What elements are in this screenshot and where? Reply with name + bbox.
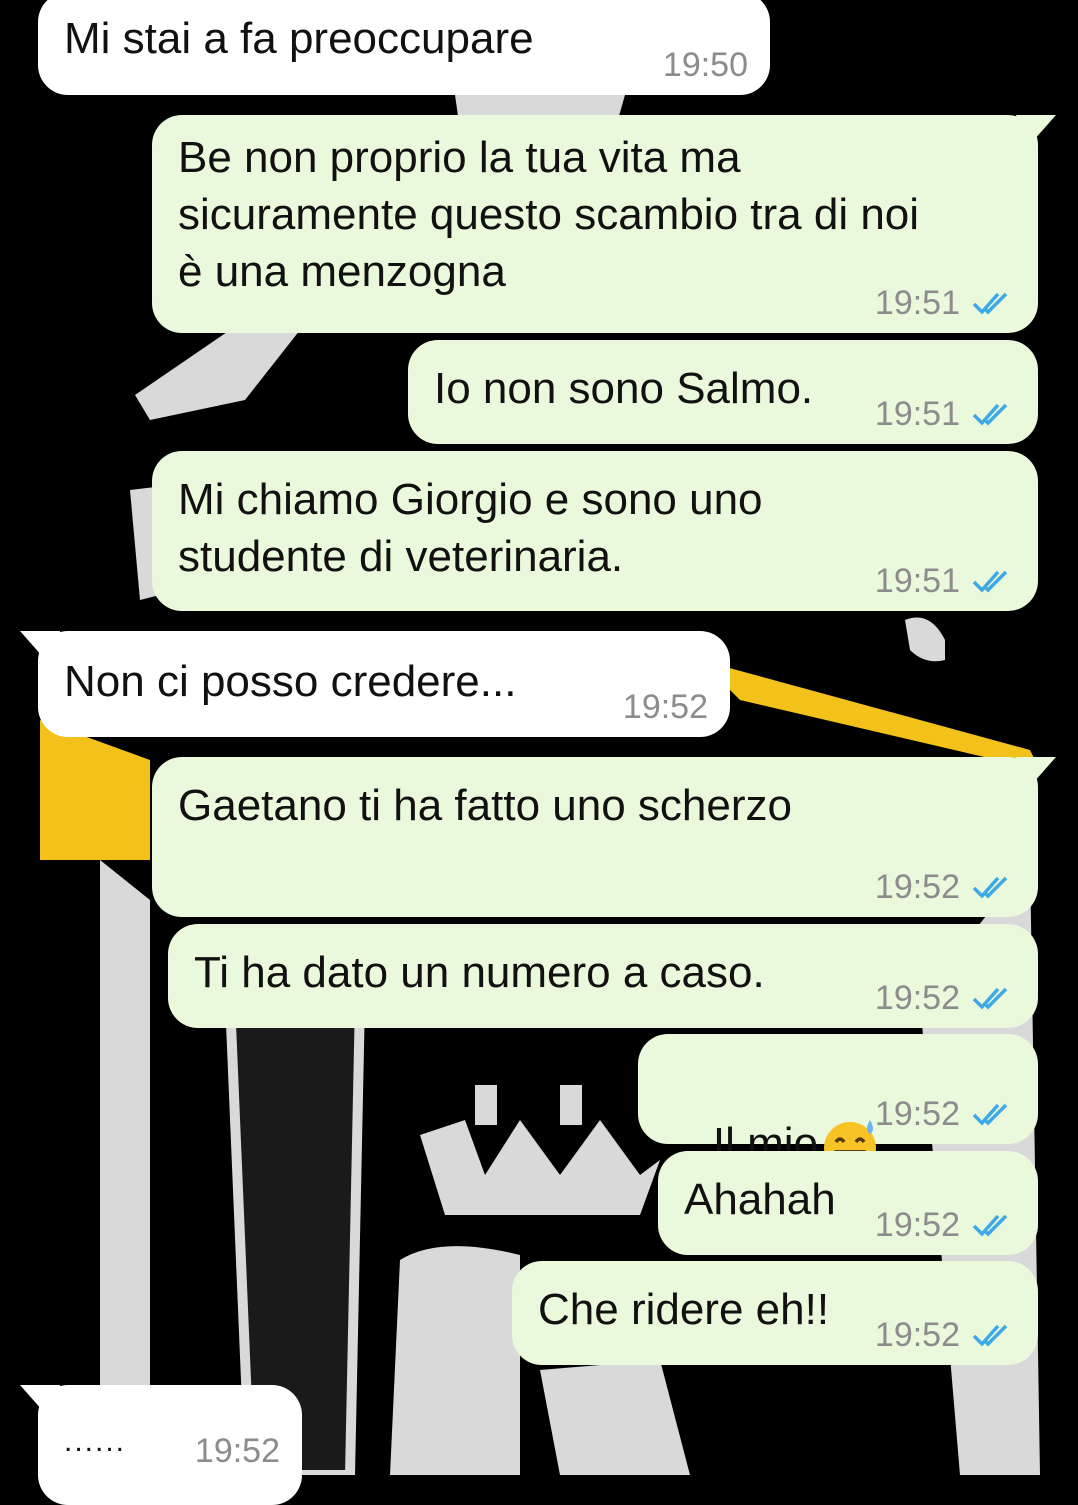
- message-text: Gaetano ti ha fatto uno scherzo: [178, 781, 792, 830]
- read-double-check-icon: [972, 987, 1008, 1010]
- message-meta: 19:51: [875, 563, 1016, 599]
- message-time: 19:52: [874, 1206, 960, 1244]
- message-bubble-incoming[interactable]: Mi stai a fa preoccupare 19:50: [38, 0, 770, 95]
- read-double-check-icon: [972, 570, 1008, 593]
- message-text: Io non sono Salmo.: [434, 364, 814, 413]
- message-time: 19:51: [874, 562, 960, 600]
- message-text: Mi chiamo Giorgio e sono uno studente di…: [178, 475, 763, 581]
- message-bubble-incoming[interactable]: Non ci posso credere... 19:52: [20, 631, 730, 737]
- message-time: 19:52: [874, 868, 960, 906]
- read-double-check-icon: [972, 1103, 1008, 1126]
- message-text: Be non proprio la tua vita ma sicurament…: [178, 133, 920, 296]
- message-time: 19:51: [874, 395, 960, 433]
- message-text: Non ci posso credere...: [64, 657, 517, 706]
- message-bubble-outgoing[interactable]: Io non sono Salmo. 19:51: [408, 340, 1038, 444]
- message-meta: 19:52: [195, 1433, 280, 1469]
- message-meta: 19:52: [875, 1317, 1016, 1353]
- message-time: 19:52: [622, 688, 708, 726]
- message-meta: 19:52: [875, 980, 1016, 1016]
- message-time: 19:52: [874, 1095, 960, 1133]
- message-time: 19:51: [874, 284, 960, 322]
- message-meta: 19:51: [875, 285, 1016, 321]
- read-double-check-icon: [972, 403, 1008, 426]
- bubble-tail: [20, 1385, 60, 1419]
- message-text: Ti ha dato un numero a caso.: [194, 948, 765, 997]
- bubble-tail: [1016, 757, 1056, 791]
- message-text: Ahahah: [684, 1175, 836, 1224]
- message-bubble-incoming[interactable]: ...... 19:52: [20, 1385, 302, 1505]
- message-bubble-outgoing[interactable]: Mi chiamo Giorgio e sono uno studente di…: [152, 451, 1038, 611]
- read-double-check-icon: [972, 1324, 1008, 1347]
- message-bubble-outgoing[interactable]: Be non proprio la tua vita ma sicurament…: [152, 115, 1056, 333]
- message-meta: 19:52: [875, 1207, 1016, 1243]
- read-double-check-icon: [972, 292, 1008, 315]
- message-meta: 19:52: [875, 869, 1016, 905]
- message-bubble-outgoing[interactable]: Il mio 19:52: [638, 1034, 1038, 1175]
- message-bubble-outgoing[interactable]: Ahahah 19:52: [658, 1151, 1038, 1255]
- message-text: Mi stai a fa preoccupare: [64, 14, 534, 63]
- message-time: 19:52: [194, 1432, 280, 1470]
- message-meta: 19:52: [623, 689, 708, 725]
- message-text: Che ridere eh!!: [538, 1285, 830, 1334]
- message-meta: 19:52: [875, 1096, 1016, 1132]
- message-time: 19:52: [874, 979, 960, 1017]
- read-double-check-icon: [972, 1214, 1008, 1237]
- bubble-tail: [20, 631, 60, 665]
- message-meta: 19:50: [663, 47, 748, 83]
- message-text: ......: [64, 1425, 127, 1458]
- message-time: 19:50: [662, 46, 748, 84]
- message-bubble-outgoing[interactable]: Gaetano ti ha fatto uno scherzo 19:52: [152, 757, 1056, 917]
- message-time: 19:52: [874, 1316, 960, 1354]
- read-double-check-icon: [972, 876, 1008, 899]
- message-bubble-outgoing[interactable]: Ti ha dato un numero a caso. 19:52: [168, 924, 1038, 1028]
- message-bubble-outgoing[interactable]: Che ridere eh!! 19:52: [512, 1261, 1038, 1365]
- bubble-tail: [1016, 115, 1056, 149]
- message-meta: 19:51: [875, 396, 1016, 432]
